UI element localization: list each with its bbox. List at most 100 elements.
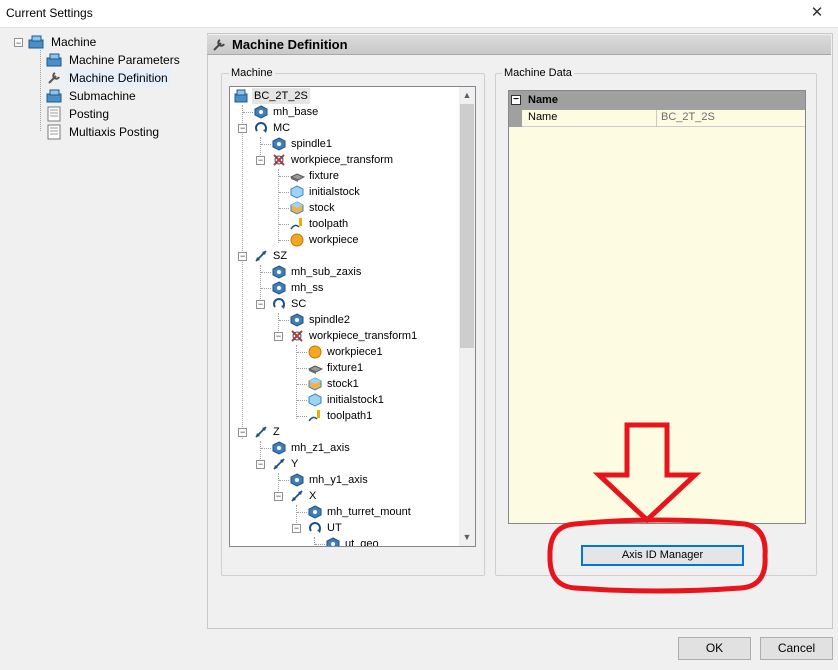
collapse-toggle[interactable]: − bbox=[238, 252, 247, 261]
multiaxis-posting-icon bbox=[47, 124, 61, 140]
tree-node-label: MC bbox=[273, 122, 291, 134]
tree-node-label: initialstock bbox=[309, 186, 360, 198]
tree-node-fixture1[interactable]: fixture1 bbox=[230, 360, 470, 376]
fixture-icon bbox=[290, 173, 305, 182]
tree-node-bc-2t-2s[interactable]: BC_2T_2S bbox=[230, 88, 470, 104]
tree-node-y[interactable]: − Y bbox=[230, 456, 470, 472]
title-bar bbox=[0, 0, 838, 28]
linear-axis-icon bbox=[255, 250, 267, 262]
collapse-toggle[interactable]: − bbox=[238, 428, 247, 437]
tree-node-label: mh_z1_axis bbox=[291, 442, 350, 454]
tree-node-label: BC_2T_2S bbox=[252, 88, 310, 104]
collapse-toggle[interactable]: − bbox=[256, 300, 265, 309]
stock-icon bbox=[290, 201, 304, 215]
tree-node-mh-y1-axis[interactable]: mh_y1_axis bbox=[230, 472, 470, 488]
collapse-toggle[interactable]: − bbox=[238, 124, 247, 133]
scroll-down-arrow-icon[interactable]: ▼ bbox=[459, 529, 475, 546]
wrench-icon bbox=[48, 72, 60, 84]
submachine-icon bbox=[46, 89, 62, 103]
tree-node-mh-sub-zaxis[interactable]: mh_sub_zaxis bbox=[230, 264, 470, 280]
settings-nav-tree: − Machine Machine Parameters Machine Def… bbox=[0, 29, 206, 631]
tree-node-workpiece-transform[interactable]: − workpiece_transform bbox=[230, 152, 470, 168]
tree-node-stock1[interactable]: stock1 bbox=[230, 376, 470, 392]
tree-node-sc[interactable]: − SC bbox=[230, 296, 470, 312]
tree-node-label: toolpath bbox=[309, 218, 349, 230]
tree-node-label: mh_base bbox=[273, 106, 319, 118]
wrench-icon bbox=[213, 39, 225, 51]
close-button[interactable]: ✕ bbox=[800, 2, 834, 26]
collapse-toggle[interactable]: − bbox=[256, 156, 265, 165]
ok-button[interactable]: OK bbox=[678, 637, 751, 660]
tree-node-label: fixture bbox=[309, 170, 339, 182]
rotary-axis-icon bbox=[273, 298, 285, 309]
machine-head-icon bbox=[254, 105, 268, 119]
scroll-up-arrow-icon[interactable]: ▲ bbox=[459, 87, 475, 104]
tree-node-workpiece[interactable]: workpiece bbox=[230, 232, 470, 248]
tree-node-label: mh_sub_zaxis bbox=[291, 266, 362, 278]
tree-node-toolpath[interactable]: toolpath bbox=[230, 216, 470, 232]
category-collapse-icon[interactable]: − bbox=[511, 95, 521, 105]
machine-tree[interactable]: BC_2T_2S mh_base − MC spindle1 − workpie… bbox=[229, 86, 476, 547]
tree-node-x[interactable]: − X bbox=[230, 488, 470, 504]
tree-node-initialstock1[interactable]: initialstock1 bbox=[230, 392, 470, 408]
machine-head-icon bbox=[290, 473, 304, 487]
collapse-toggle[interactable]: − bbox=[274, 332, 283, 341]
tree-node-ut-geo[interactable]: ut_geo bbox=[230, 536, 470, 547]
collapse-toggle[interactable]: − bbox=[256, 460, 265, 469]
cancel-button[interactable]: Cancel bbox=[760, 637, 833, 660]
toolpath-icon bbox=[308, 410, 320, 422]
tree-node-label: workpiece bbox=[309, 234, 359, 246]
workpiece-icon bbox=[308, 345, 322, 359]
tree-node-label: workpiece1 bbox=[327, 346, 383, 358]
tree-node-z[interactable]: − Z bbox=[230, 424, 470, 440]
property-row-name[interactable]: Name BC_2T_2S bbox=[509, 110, 805, 127]
tree-node-stock[interactable]: stock bbox=[230, 200, 470, 216]
toolpath-icon bbox=[290, 218, 302, 230]
machine-head-icon bbox=[272, 441, 286, 455]
nav-item-label: Posting bbox=[69, 107, 110, 121]
tree-node-spindle2[interactable]: spindle2 bbox=[230, 312, 470, 328]
property-category-name[interactable]: − Name bbox=[509, 91, 805, 110]
tree-node-mh-z1-axis[interactable]: mh_z1_axis bbox=[230, 440, 470, 456]
panel-title: Machine Definition bbox=[232, 37, 348, 52]
workpiece-transform-icon bbox=[273, 154, 285, 166]
tree-node-label: X bbox=[309, 490, 317, 502]
tree-node-label: SZ bbox=[273, 250, 288, 262]
tree-node-mh-turret-mount[interactable]: mh_turret_mount bbox=[230, 504, 470, 520]
tree-node-label: fixture1 bbox=[327, 362, 364, 374]
linear-axis-icon bbox=[291, 490, 303, 502]
tree-node-workpiece1[interactable]: workpiece1 bbox=[230, 344, 470, 360]
collapse-toggle[interactable]: − bbox=[14, 38, 23, 48]
tree-node-label: ut_geo bbox=[345, 538, 379, 547]
collapse-toggle[interactable]: − bbox=[274, 492, 283, 501]
tree-node-workpiece-transform1[interactable]: − workpiece_transform1 bbox=[230, 328, 470, 344]
machine-parameters-icon bbox=[46, 53, 62, 67]
tree-node-mc[interactable]: − MC bbox=[230, 120, 470, 136]
workpiece-transform-icon bbox=[291, 330, 303, 342]
tree-node-mh-base[interactable]: mh_base bbox=[230, 104, 470, 120]
tree-node-sz[interactable]: − SZ bbox=[230, 248, 470, 264]
scrollbar-thumb[interactable] bbox=[460, 104, 474, 348]
tree-connector bbox=[40, 50, 41, 131]
tree-node-label: SC bbox=[291, 298, 307, 310]
linear-axis-icon bbox=[255, 426, 267, 438]
tree-node-label: UT bbox=[327, 522, 342, 534]
tree-node-ut[interactable]: − UT bbox=[230, 520, 470, 536]
tree-node-toolpath1[interactable]: toolpath1 bbox=[230, 408, 470, 424]
tree-node-mh-ss[interactable]: mh_ss bbox=[230, 280, 470, 296]
axis-id-manager-button[interactable]: Axis ID Manager bbox=[581, 545, 744, 566]
tree-node-spindle1[interactable]: spindle1 bbox=[230, 136, 470, 152]
tree-node-label: mh_y1_axis bbox=[309, 474, 368, 486]
property-name: Name bbox=[528, 111, 558, 123]
nav-item-label: Multiaxis Posting bbox=[69, 125, 160, 139]
collapse-toggle[interactable]: − bbox=[292, 524, 301, 533]
window-title: Current Settings bbox=[6, 6, 93, 20]
property-value: BC_2T_2S bbox=[661, 111, 715, 123]
tree-node-fixture[interactable]: fixture bbox=[230, 168, 470, 184]
fixture-icon bbox=[308, 365, 323, 374]
machine-head-icon bbox=[308, 505, 322, 519]
initialstock-icon bbox=[290, 185, 304, 199]
tree-node-initialstock[interactable]: initialstock bbox=[230, 184, 470, 200]
rotary-axis-icon bbox=[309, 522, 321, 533]
property-row-gutter bbox=[509, 110, 522, 127]
